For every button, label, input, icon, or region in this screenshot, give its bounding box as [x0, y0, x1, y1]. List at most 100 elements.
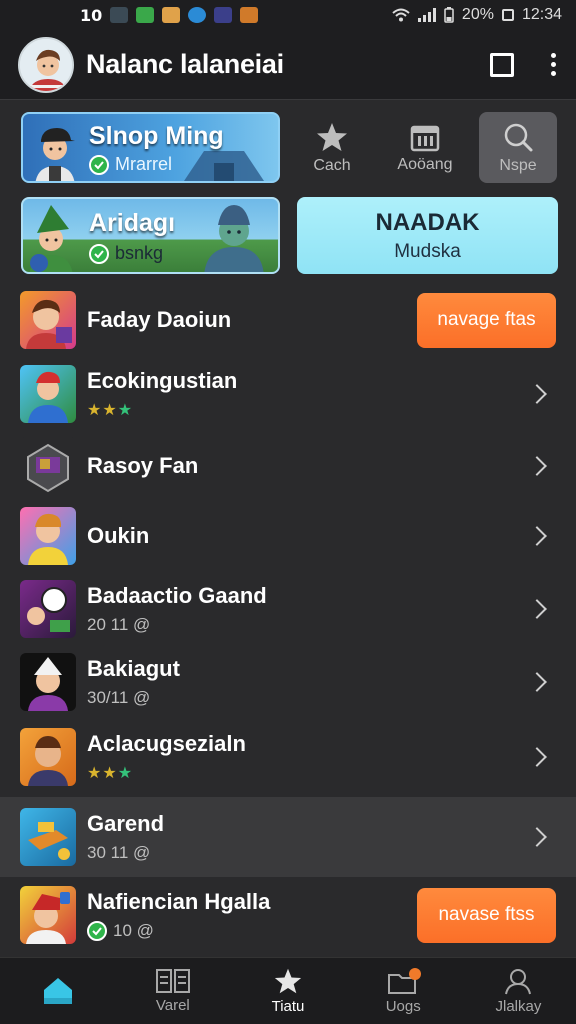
list-item-text: Aclacugsezialn ★★★ — [87, 731, 246, 783]
list-item[interactable]: Oukin — [0, 500, 576, 572]
clock-icon — [501, 9, 514, 21]
character-art — [29, 205, 73, 272]
system-status: 20% 12:34 — [392, 6, 562, 24]
banner-1-title: Slnop Ming — [89, 122, 224, 150]
nav-label: Uogs — [385, 998, 421, 1015]
quick-action-cach[interactable]: Cach — [293, 112, 371, 183]
chevron-right-icon[interactable] — [527, 747, 547, 767]
list-item-meta-row: 10 @ — [87, 921, 270, 941]
app-icon — [20, 728, 76, 786]
nav-tiatu[interactable]: Tiatu — [230, 958, 345, 1024]
app-icon — [20, 808, 76, 866]
list-item-title: Oukin — [87, 523, 150, 548]
list-item-meta: 30/11 @ — [87, 688, 151, 707]
status-bar: 10 20% 12:34 — [0, 0, 576, 30]
app-header: Nalanc lalaneiai — [0, 30, 576, 100]
cta-card[interactable]: NAADAK Mudska — [297, 197, 558, 274]
app-icon — [20, 580, 76, 638]
person-icon — [505, 969, 532, 995]
cta-subtitle: Mudska — [394, 240, 461, 262]
folder-icon — [388, 968, 422, 994]
list-item-text: Faday Daoiun — [87, 307, 231, 333]
chevron-right-icon[interactable] — [527, 827, 547, 847]
list-item-title: Ecokingustian — [87, 368, 238, 393]
featured-banner-1[interactable]: Slnop Ming Mrarrel — [21, 112, 280, 183]
navase-button[interactable]: navase ftss — [417, 887, 556, 943]
bottom-nav: Varel Tiatu Uogs Jlalkay — [0, 957, 576, 1024]
chevron-right-icon[interactable] — [527, 384, 547, 404]
notification-icon — [214, 7, 233, 23]
status-left-text: 10 — [80, 5, 103, 25]
navage-button[interactable]: navage ftas — [417, 292, 556, 348]
list-item-title: Nafiencian Hgalla — [87, 889, 271, 914]
list-item-meta: 30 11 @ — [87, 843, 151, 862]
list-item-text: Garend 30 11 @ — [87, 811, 164, 863]
nav-varel[interactable]: Varel — [115, 958, 230, 1024]
list-item[interactable]: Garend 30 11 @ — [0, 797, 576, 877]
notification-icon — [162, 7, 181, 23]
quick-action-label: Cach — [313, 156, 351, 174]
list-item-title: Aclacugsezialn — [87, 731, 246, 756]
featured-banner-2[interactable]: Aridagı bsnkg — [21, 197, 280, 274]
list-item-text: Bakiagut 30/11 @ — [87, 656, 180, 708]
list-item[interactable]: Aclacugsezialn ★★★ — [0, 718, 576, 796]
more-options-icon[interactable] — [548, 53, 558, 76]
nav-home[interactable] — [0, 958, 115, 1024]
banner-2-subtitle-row: bsnkg — [89, 243, 163, 264]
list-item[interactable]: Nafiencian Hgalla 10 @ navase ftss — [0, 877, 576, 953]
app-icon — [20, 291, 76, 349]
avatar[interactable] — [18, 36, 74, 93]
list-item[interactable]: Faday Daoiun navage ftas — [0, 284, 576, 356]
list-item[interactable]: Badaactio Gaand 20 11 @ — [0, 572, 576, 646]
chevron-right-icon[interactable] — [527, 599, 547, 619]
wifi-icon — [392, 8, 410, 22]
rating-stars: ★★★ — [87, 765, 134, 782]
list-item[interactable]: Rasoy Fan — [0, 432, 576, 500]
header-actions — [490, 52, 558, 77]
app-icon — [20, 886, 76, 944]
notification-icon — [240, 7, 259, 23]
list-item-title: Badaactio Gaand — [87, 583, 267, 608]
list-item-title: Faday Daoiun — [87, 307, 232, 332]
nav-label: Jlalkay — [495, 998, 542, 1015]
list-item-meta: 20 11 @ — [87, 615, 151, 634]
app-icon — [20, 507, 76, 565]
list-item[interactable]: Ecokingustian ★★★ — [0, 356, 576, 432]
quick-action-label: Nspe — [499, 156, 537, 174]
quick-action-aoang[interactable]: Aoöang — [386, 112, 464, 183]
battery-icon — [444, 7, 454, 23]
banner-1-subtitle-row: Mrarrel — [89, 154, 172, 175]
notification-badge — [409, 968, 422, 980]
banner-2-subtitle: bsnkg — [115, 243, 164, 263]
cta-title: NAADAK — [375, 208, 480, 236]
list-item-text: Oukin — [87, 523, 149, 549]
nav-jlalkay[interactable]: Jlalkay — [461, 958, 576, 1024]
check-icon — [89, 154, 109, 175]
chevron-right-icon[interactable] — [527, 672, 547, 692]
star-icon — [317, 122, 347, 151]
signal-icon — [417, 8, 436, 22]
nav-label: Varel — [155, 997, 190, 1014]
list-item-title: Rasoy Fan — [87, 453, 199, 478]
quick-action-label: Aoöang — [397, 155, 453, 173]
app-screen: 10 20% 12:34 Nalanc lalaneiai Slnop Ming… — [0, 0, 576, 1024]
list-item-text: Badaactio Gaand 20 11 @ — [87, 583, 267, 635]
notification-icon — [136, 7, 155, 23]
app-icon — [20, 437, 76, 495]
page-title: Nalanc lalaneiai — [86, 49, 284, 79]
battery-percent: 20% — [461, 6, 494, 23]
list-item-title: Garend — [87, 811, 165, 836]
home-icon — [43, 977, 72, 1004]
nav-uogs[interactable]: Uogs — [346, 958, 461, 1024]
square-icon[interactable] — [490, 52, 514, 77]
star-icon — [274, 968, 302, 994]
chevron-right-icon[interactable] — [527, 526, 547, 546]
avatar-image — [20, 38, 72, 91]
rating-stars: ★★★ — [87, 402, 134, 419]
quick-action-nspe[interactable]: Nspe — [479, 112, 557, 183]
check-icon — [87, 921, 107, 941]
list-item[interactable]: Bakiagut 30/11 @ — [0, 646, 576, 718]
grid-icon — [155, 969, 190, 993]
check-icon — [89, 243, 109, 264]
chevron-right-icon[interactable] — [527, 456, 547, 476]
